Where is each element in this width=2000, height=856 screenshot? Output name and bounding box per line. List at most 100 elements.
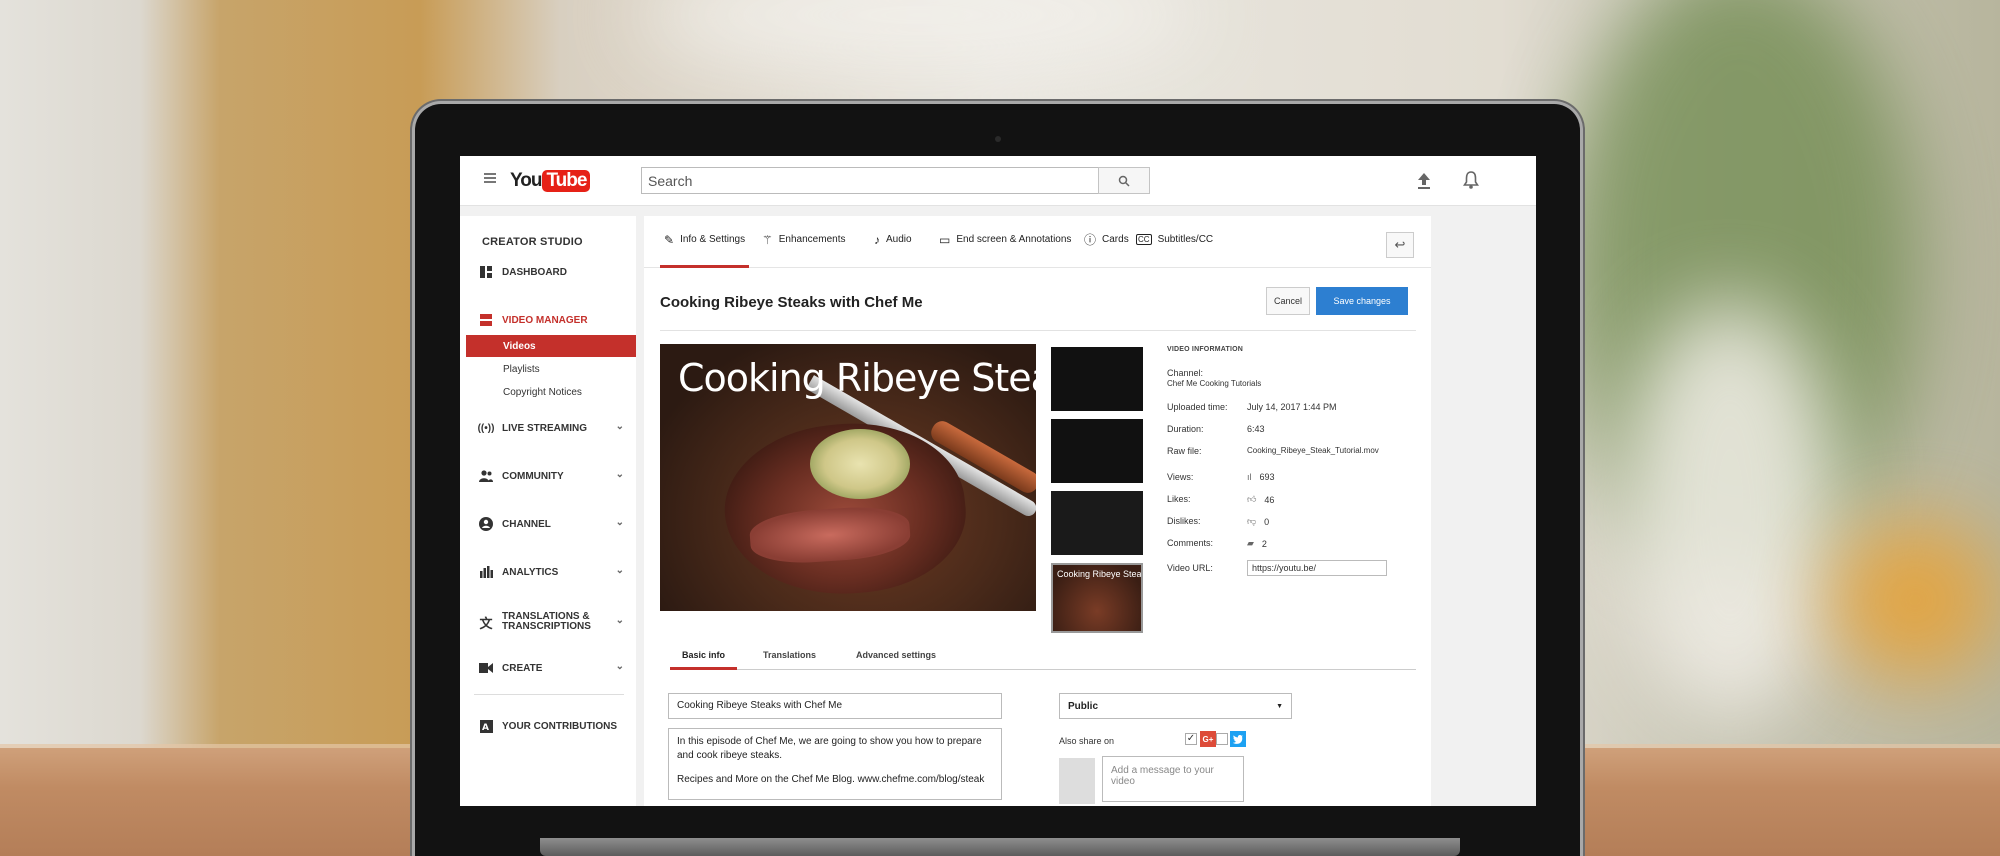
subtab-advanced-settings[interactable]: Advanced settings bbox=[856, 650, 936, 670]
views-value: 693 bbox=[1259, 472, 1275, 482]
sidebar-item-your-contributions[interactable]: A YOUR CONTRIBUTIONS bbox=[478, 716, 636, 736]
divider bbox=[660, 330, 1416, 331]
save-changes-button[interactable]: Save changes bbox=[1316, 287, 1408, 315]
description-line: Recipes and More on the Chef Me Blog. ww… bbox=[677, 774, 985, 785]
thumbs-down-icon: 👎︎ bbox=[1247, 516, 1257, 526]
caret-down-icon: ▼ bbox=[1276, 702, 1283, 710]
back-arrow-icon: ↩ bbox=[1394, 237, 1406, 252]
sidebar-item-translations[interactable]: 文 TRANSLATIONS & TRANSCRIPTIONS ⌄ bbox=[478, 608, 636, 636]
tab-end-screen-annotations[interactable]: ▭ End screen & Annotations bbox=[939, 234, 1071, 268]
views-row: ıl 693 bbox=[1247, 472, 1275, 482]
subtab-translations[interactable]: Translations bbox=[763, 650, 816, 670]
herb-butter bbox=[810, 429, 910, 499]
translate-icon: 文 bbox=[479, 615, 493, 631]
tab-label: Enhancements bbox=[778, 234, 846, 245]
channel-label: Channel: bbox=[1167, 368, 1204, 378]
chevron-down-icon: ⌄ bbox=[615, 517, 624, 528]
thumbnail-option-2[interactable] bbox=[1051, 419, 1143, 483]
channel-account-icon bbox=[478, 516, 494, 532]
channel-avatar bbox=[1059, 758, 1095, 804]
tab-label: Audio bbox=[886, 234, 912, 245]
uploaded-value: July 14, 2017 1:44 PM bbox=[1247, 402, 1337, 412]
community-icon bbox=[478, 468, 494, 484]
thumbnail-option-custom[interactable]: Cooking Ribeye Steaks bbox=[1051, 563, 1143, 633]
editor-tabs: ✎ Info & Settings ⚚ Enhancements ♪ Audio… bbox=[644, 216, 1431, 268]
blurred-vase bbox=[1620, 300, 1840, 720]
upload-icon[interactable] bbox=[1415, 171, 1433, 191]
sidebar-item-label: CREATE bbox=[502, 662, 543, 674]
video-url-field[interactable]: https://youtu.be/ bbox=[1247, 560, 1387, 576]
youtube-logo[interactable]: You Tube bbox=[510, 168, 591, 194]
back-button[interactable]: ↩ bbox=[1386, 232, 1414, 258]
creator-studio-title: CREATOR STUDIO bbox=[482, 236, 583, 248]
sidebar-divider bbox=[474, 694, 624, 695]
search-button[interactable] bbox=[1098, 167, 1150, 194]
likes-row: 👍︎ 46 bbox=[1247, 494, 1274, 505]
subtab-basic-info[interactable]: Basic info bbox=[670, 650, 738, 670]
sidebar-item-label-line2: TRANSCRIPTIONS bbox=[502, 621, 591, 632]
sidebar-item-label: VIDEO MANAGER bbox=[502, 314, 588, 326]
thumbnail-mini-title: Cooking Ribeye Steaks bbox=[1057, 569, 1143, 579]
webcam bbox=[995, 136, 1001, 142]
video-thumbnail-preview[interactable]: Cooking Ribeye Steaks bbox=[660, 344, 1036, 611]
google-plus-icon: G+ bbox=[1200, 731, 1216, 747]
twitter-share-checkbox[interactable] bbox=[1216, 733, 1228, 745]
sidebar-item-label: YOUR CONTRIBUTIONS bbox=[502, 720, 617, 732]
live-streaming-icon: ((•)) bbox=[477, 422, 495, 434]
svg-text:A: A bbox=[482, 723, 489, 733]
music-note-icon: ♪ bbox=[874, 233, 880, 247]
video-camera-icon bbox=[478, 660, 494, 676]
uploaded-label: Uploaded time: bbox=[1167, 402, 1228, 412]
sidebar-item-analytics[interactable]: ANALYTICS ⌄ bbox=[478, 562, 636, 582]
gplus-share-checkbox[interactable]: ✓ bbox=[1185, 733, 1197, 745]
chevron-down-icon: ⌄ bbox=[615, 565, 624, 576]
description-blank-line bbox=[677, 763, 993, 773]
contributions-icon: A bbox=[478, 718, 494, 734]
search-icon bbox=[1118, 175, 1130, 187]
tab-enhancements[interactable]: ⚚ Enhancements bbox=[762, 234, 845, 268]
sidebar-subitem-copyright-notices[interactable]: Copyright Notices bbox=[466, 381, 636, 403]
tab-audio[interactable]: ♪ Audio bbox=[874, 234, 912, 268]
description-textarea[interactable]: In this episode of Chef Me, we are going… bbox=[668, 728, 1002, 800]
privacy-select[interactable]: Public ▼ bbox=[1059, 693, 1292, 719]
hamburger-menu-icon[interactable] bbox=[484, 173, 496, 183]
sidebar-item-channel[interactable]: CHANNEL ⌄ bbox=[478, 514, 636, 534]
raw-file-value: Cooking_Ribeye_Steak_Tutorial.mov bbox=[1247, 446, 1379, 455]
sidebar-item-video-manager[interactable]: VIDEO MANAGER bbox=[478, 310, 636, 330]
magic-wand-icon: ⚚ bbox=[762, 233, 773, 247]
search-input[interactable]: Search bbox=[641, 167, 1099, 194]
sidebar-item-label: LIVE STREAMING bbox=[502, 422, 588, 434]
chevron-down-icon: ⌄ bbox=[615, 469, 624, 480]
chevron-down-icon: ⌄ bbox=[615, 615, 624, 626]
video-url-label: Video URL: bbox=[1167, 563, 1213, 573]
sidebar-item-create[interactable]: CREATE ⌄ bbox=[478, 658, 636, 678]
tab-label: Cards bbox=[1102, 234, 1129, 245]
tab-cards[interactable]: ⓘ Cards bbox=[1084, 234, 1129, 268]
sidebar-item-live-streaming[interactable]: ((•)) LIVE STREAMING ⌄ bbox=[478, 418, 636, 438]
tab-label: End screen & Annotations bbox=[956, 234, 1072, 245]
privacy-value: Public bbox=[1068, 700, 1099, 712]
tab-label: Info & Settings bbox=[680, 234, 746, 245]
bar-chart-icon: ıl bbox=[1247, 472, 1252, 482]
screen: You Tube Search CREATOR STUDIO DASHBOARD… bbox=[460, 156, 1536, 806]
likes-label: Likes: bbox=[1167, 494, 1191, 504]
sidebar-item-dashboard[interactable]: DASHBOARD bbox=[478, 262, 636, 282]
notification-bell-icon[interactable] bbox=[1462, 170, 1480, 190]
video-title-input[interactable]: Cooking Ribeye Steaks with Chef Me bbox=[668, 693, 1002, 719]
tab-info-settings[interactable]: ✎ Info & Settings bbox=[660, 234, 750, 268]
video-information-heading: VIDEO INFORMATION bbox=[1167, 346, 1243, 353]
cancel-button[interactable]: Cancel bbox=[1266, 287, 1310, 315]
thumbnail-option-3[interactable] bbox=[1051, 491, 1143, 555]
sidebar-subitem-videos[interactable]: Videos bbox=[466, 335, 636, 357]
sidebar-item-label-group: TRANSLATIONS & TRANSCRIPTIONS bbox=[502, 612, 591, 632]
description-line: In this episode of Chef Me, we are going… bbox=[677, 736, 982, 747]
sidebar-item-label: COMMUNITY bbox=[502, 470, 564, 482]
sidebar-subitem-playlists[interactable]: Playlists bbox=[466, 358, 636, 380]
twitter-icon bbox=[1230, 731, 1246, 747]
share-message-input[interactable]: Add a message to your video bbox=[1102, 756, 1244, 802]
tab-subtitles-cc[interactable]: CC Subtitles/CC bbox=[1136, 234, 1213, 268]
thumbnail-option-1[interactable] bbox=[1051, 347, 1143, 411]
sidebar-item-community[interactable]: COMMUNITY ⌄ bbox=[478, 466, 636, 486]
video-editor-panel: ✎ Info & Settings ⚚ Enhancements ♪ Audio… bbox=[644, 216, 1431, 806]
thumbs-up-icon: 👍︎ bbox=[1247, 494, 1257, 504]
